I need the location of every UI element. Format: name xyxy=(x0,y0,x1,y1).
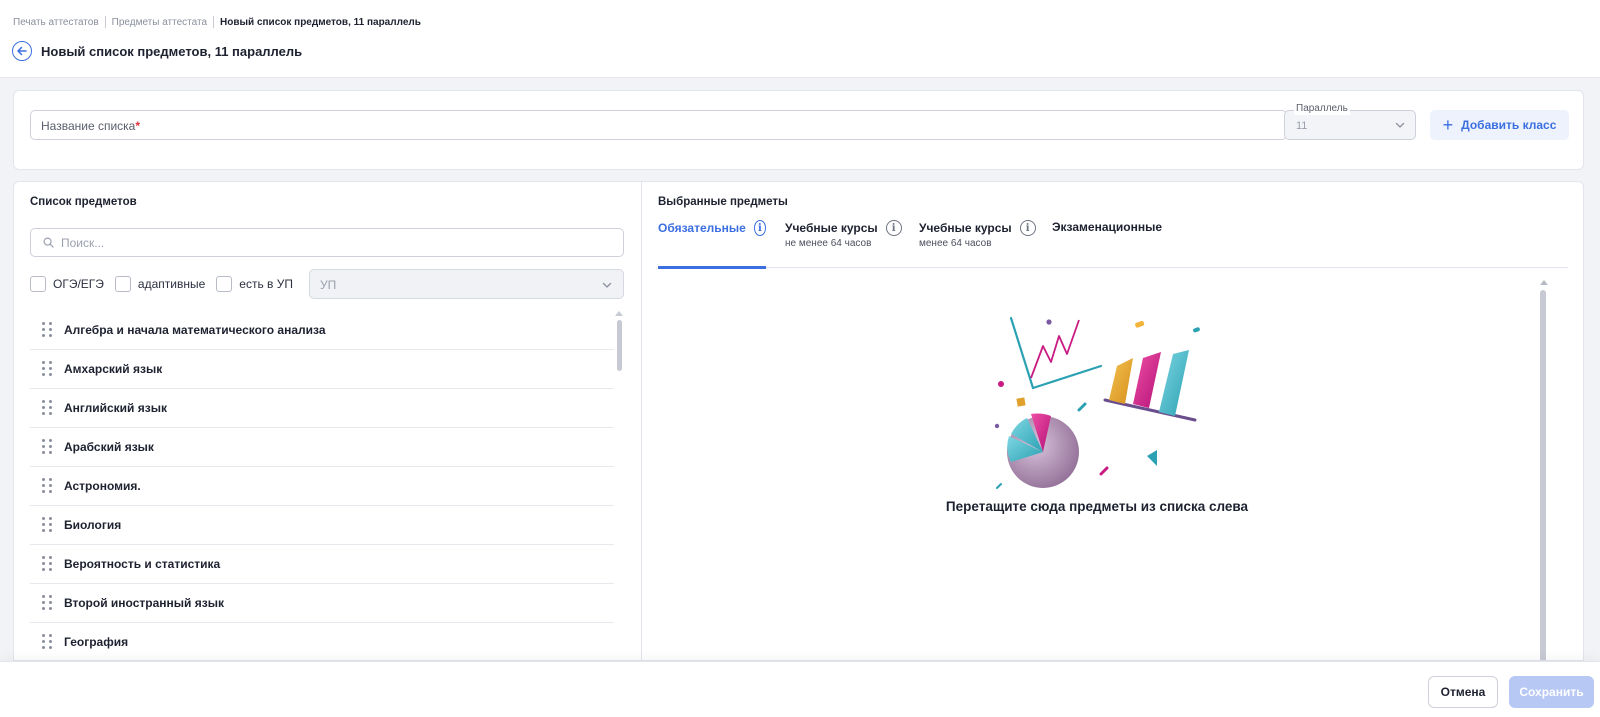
parallel-label: Параллель xyxy=(1294,103,1350,115)
subjects-list-pane: Список предметов Поиск... ОГЭ/ЕГЭ адапти… xyxy=(14,182,642,660)
breadcrumb: Печать аттестатов Предметы аттестата Нов… xyxy=(13,16,421,28)
subject-label: Второй иностранный язык xyxy=(64,596,224,610)
drag-handle-icon[interactable] xyxy=(42,556,52,572)
subject-label: Биология xyxy=(64,518,122,532)
subject-label: Астрономия. xyxy=(64,479,141,493)
cancel-button[interactable]: Отмена xyxy=(1428,676,1498,708)
drag-handle-icon[interactable] xyxy=(42,322,52,338)
tab-label: Учебные курсы xyxy=(785,221,878,235)
empty-state-illustration xyxy=(994,316,1200,489)
subjects-list-title: Список предметов xyxy=(30,196,137,208)
checkbox-in-up[interactable] xyxy=(216,276,233,292)
list-item[interactable]: Амхарский язык xyxy=(30,350,614,389)
tab-sublabel: менее 64 часов xyxy=(919,238,992,249)
tab-mandatory[interactable]: Обязательные i xyxy=(658,220,766,269)
subject-label: Амхарский язык xyxy=(64,362,163,376)
selected-subjects-title: Выбранные предметы xyxy=(658,196,788,208)
search-icon xyxy=(43,237,54,248)
scrollbar-thumb[interactable] xyxy=(617,320,622,371)
footer-bar: Отмена Сохранить xyxy=(0,661,1600,717)
subject-tabs: Обязательные i Учебные курсы i не менее 64… xyxy=(658,220,1568,269)
list-item[interactable]: Вероятность и статистика xyxy=(30,545,614,584)
info-icon[interactable]: i xyxy=(1019,220,1036,236)
list-item[interactable]: География xyxy=(30,623,614,660)
list-name-placeholder: Название списка xyxy=(41,119,136,133)
list-name-input[interactable]: Название списка* xyxy=(30,110,1287,140)
breadcrumb-separator xyxy=(104,16,106,28)
empty-state-text: Перетащите сюда предметы из списка слева xyxy=(945,499,1249,514)
checkbox-adaptive[interactable] xyxy=(114,276,131,292)
list-settings-card: Название списка* Параллель 11 + Добавить… xyxy=(13,90,1584,170)
page-header: Печать аттестатов Предметы аттестата Нов… xyxy=(0,0,1600,78)
chevron-down-icon xyxy=(1395,122,1405,128)
scroll-up-arrow[interactable] xyxy=(1540,280,1548,285)
search-input[interactable]: Поиск... xyxy=(30,228,624,257)
chevron-down-icon xyxy=(602,282,612,288)
breadcrumb-item-print[interactable]: Печать аттестатов xyxy=(13,17,99,28)
page-title: Новый список предметов, 11 параллель xyxy=(41,43,303,59)
arrow-left-icon xyxy=(17,46,27,56)
subject-label: Арабский язык xyxy=(64,440,154,454)
breadcrumb-item-subjects[interactable]: Предметы аттестата xyxy=(112,17,207,28)
parallel-value: 11 xyxy=(1296,120,1308,132)
scrollbar-thumb[interactable] xyxy=(1540,290,1546,660)
drag-handle-icon[interactable] xyxy=(42,361,52,377)
subjects-card: Список предметов Поиск... ОГЭ/ЕГЭ адапти… xyxy=(13,181,1584,661)
tab-label: Обязательные xyxy=(658,221,746,235)
required-mark: * xyxy=(135,119,141,133)
subjects-list: Алгебра и начала математического анализа… xyxy=(30,311,614,660)
add-class-button[interactable]: + Добавить класс xyxy=(1430,110,1569,140)
breadcrumb-separator xyxy=(213,16,215,28)
info-icon[interactable]: i xyxy=(753,220,766,236)
filters-row: ОГЭ/ЕГЭ адаптивные есть в УП xyxy=(30,269,304,299)
subject-label: Английский язык xyxy=(64,401,167,415)
search-placeholder: Поиск... xyxy=(61,235,105,250)
list-item[interactable]: Алгебра и начала математического анализа xyxy=(30,311,614,350)
back-button[interactable] xyxy=(12,41,32,61)
drag-handle-icon[interactable] xyxy=(42,400,52,416)
selected-subjects-pane: Выбранные предметы Обязательные i Учебные… xyxy=(642,182,1583,660)
up-select[interactable]: УП xyxy=(309,269,624,299)
scroll-up-arrow[interactable] xyxy=(615,311,623,316)
drag-handle-icon[interactable] xyxy=(42,634,52,650)
page-title-row: Новый список предметов, 11 параллель xyxy=(12,41,302,61)
tab-exam[interactable]: Экзаменационные xyxy=(1052,220,1172,268)
tab-label: Учебные курсы xyxy=(919,221,1012,235)
filter-label-oge-ege: ОГЭ/ЕГЭ xyxy=(53,277,104,291)
save-button[interactable]: Сохранить xyxy=(1509,676,1594,708)
drag-handle-icon[interactable] xyxy=(42,478,52,494)
list-item[interactable]: Английский язык xyxy=(30,389,614,428)
list-item[interactable]: Астрономия. xyxy=(30,467,614,506)
drag-handle-icon[interactable] xyxy=(42,595,52,611)
subject-label: Алгебра и начала математического анализа xyxy=(64,323,326,337)
filter-label-adaptive: адаптивные xyxy=(137,277,206,291)
tab-courses-under-64[interactable]: Учебные курсы i менее 64 часов xyxy=(919,220,1037,268)
breadcrumb-item-current: Новый список предметов, 11 параллель xyxy=(220,16,421,28)
up-select-value: УП xyxy=(320,278,337,292)
filter-label-in-up: есть в УП xyxy=(239,277,293,291)
checkbox-oge-ege[interactable] xyxy=(30,276,46,292)
add-class-label: Добавить класс xyxy=(1461,118,1557,132)
tab-label: Экзаменационные xyxy=(1052,220,1162,234)
drag-handle-icon[interactable] xyxy=(42,439,52,455)
subject-label: География xyxy=(64,635,129,649)
list-item[interactable]: Второй иностранный язык xyxy=(30,584,614,623)
tab-courses-64-plus[interactable]: Учебные курсы i не менее 64 часов xyxy=(785,220,903,268)
list-item[interactable]: Арабский язык xyxy=(30,428,614,467)
list-item[interactable]: Биология xyxy=(30,506,614,545)
drag-handle-icon[interactable] xyxy=(42,517,52,533)
parallel-select[interactable]: Параллель 11 xyxy=(1284,103,1416,140)
plus-icon: + xyxy=(1442,115,1454,135)
subject-label: Вероятность и статистика xyxy=(64,557,221,571)
info-icon[interactable]: i xyxy=(885,220,902,236)
tab-sublabel: не менее 64 часов xyxy=(785,238,872,249)
